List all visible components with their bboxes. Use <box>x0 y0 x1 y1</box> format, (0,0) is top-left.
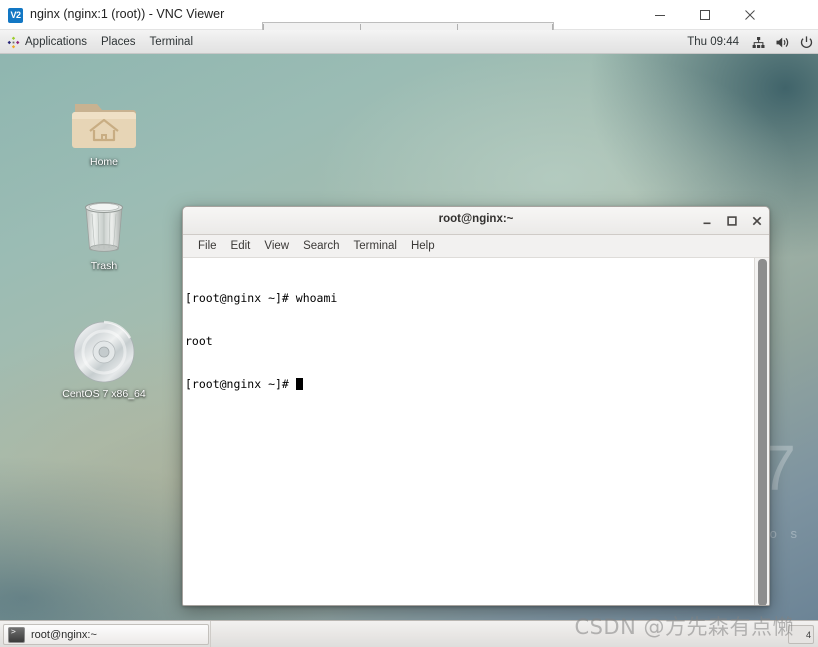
terminal-menu-file[interactable]: File <box>191 235 224 257</box>
terminal-output-area[interactable]: [root@nginx ~]# whoami root [root@nginx … <box>183 258 769 605</box>
desktop-icon-centos-disc-label: CentOS 7 x86_64 <box>62 388 146 400</box>
vnc-minimize-button[interactable] <box>637 0 682 29</box>
terminal-line: [root@nginx ~]# whoami <box>185 290 338 305</box>
desktop-icon-home[interactable]: Home <box>52 86 156 168</box>
terminal-text: [root@nginx ~]# whoami root [root@nginx … <box>185 262 753 420</box>
terminal-cursor <box>295 378 303 391</box>
terminal-menu-help[interactable]: Help <box>404 235 442 257</box>
maximize-icon <box>699 9 710 20</box>
close-icon <box>752 216 761 225</box>
power-icon[interactable] <box>799 35 814 50</box>
terminal-menu-search[interactable]: Search <box>296 235 346 257</box>
terminal-menu-terminal[interactable]: Terminal <box>347 235 404 257</box>
home-folder-icon <box>52 86 156 152</box>
panel-status-area: Thu 09:44 <box>687 30 814 54</box>
gnome-bottom-panel: root@nginx:~ 4 <box>0 620 818 647</box>
terminal-prompt: [root@nginx ~]# <box>185 377 296 392</box>
terminal-scrollbar[interactable] <box>754 258 769 605</box>
minimize-icon <box>654 14 665 16</box>
terminal-close-button[interactable] <box>750 214 763 227</box>
terminal-line: root <box>185 334 213 349</box>
terminal-minimize-button[interactable] <box>700 214 713 227</box>
vnc-close-button[interactable] <box>727 0 772 29</box>
vnc-viewer-titlebar: V2 nginx (nginx:1 (root)) - VNC Viewer <box>0 0 818 30</box>
panel-menu-group: Applications Places Terminal <box>0 30 200 54</box>
taskbar-window-button-terminal[interactable]: root@nginx:~ <box>3 624 209 645</box>
volume-icon[interactable] <box>775 35 790 50</box>
vnc-window-title: nginx (nginx:1 (root)) - VNC Viewer <box>30 7 225 21</box>
panel-menu-terminal[interactable]: Terminal <box>143 30 200 54</box>
panel-clock[interactable]: Thu 09:44 <box>687 36 739 48</box>
desktop[interactable]: 7 t o s Home Trash CentOS 7 x86_64 root@… <box>0 54 818 620</box>
panel-menu-places-label: Places <box>101 36 136 48</box>
terminal-menu-edit[interactable]: Edit <box>224 235 258 257</box>
vnc-toolbar-tab[interactable] <box>262 22 554 30</box>
panel-menu-terminal-label: Terminal <box>149 36 194 48</box>
minimize-icon <box>703 222 710 224</box>
vnc-maximize-button[interactable] <box>682 0 727 29</box>
terminal-titlebar[interactable]: root@nginx:~ <box>183 207 769 235</box>
optical-disc-icon <box>52 318 156 384</box>
panel-menu-applications-label: Applications <box>25 36 88 48</box>
centos-badge-icon <box>7 36 20 49</box>
close-icon <box>744 9 755 20</box>
desktop-icon-centos-disc[interactable]: CentOS 7 x86_64 <box>52 318 156 400</box>
screen: V2 nginx (nginx:1 (root)) - VNC Viewer A… <box>0 0 818 647</box>
workspace-switcher[interactable]: 4 <box>788 625 814 644</box>
desktop-icon-trash-label: Trash <box>90 260 118 272</box>
terminal-scrollbar-thumb[interactable] <box>758 259 767 605</box>
terminal-icon <box>8 626 25 643</box>
maximize-icon <box>726 215 737 226</box>
desktop-icon-home-label: Home <box>89 156 118 168</box>
trash-can-icon <box>52 190 156 256</box>
terminal-maximize-button[interactable] <box>725 214 738 227</box>
terminal-window-controls <box>700 207 763 234</box>
panel-menu-applications[interactable]: Applications <box>0 30 94 54</box>
desktop-icon-trash[interactable]: Trash <box>52 190 156 272</box>
gnome-top-panel: Applications Places Terminal Thu 09:44 <box>0 30 818 54</box>
taskbar-separator <box>210 621 211 647</box>
panel-menu-places[interactable]: Places <box>94 30 143 54</box>
terminal-window[interactable]: root@nginx:~ File Edit View Search Termi… <box>182 206 770 606</box>
terminal-menu-view[interactable]: View <box>257 235 296 257</box>
terminal-window-title: root@nginx:~ <box>438 213 514 225</box>
taskbar-window-button-label: root@nginx:~ <box>31 628 97 641</box>
vnc-logo-icon: V2 <box>8 8 23 23</box>
network-icon[interactable] <box>751 35 766 50</box>
terminal-menubar: File Edit View Search Terminal Help <box>183 235 769 258</box>
terminal-line-with-cursor: [root@nginx ~]# <box>185 377 753 391</box>
